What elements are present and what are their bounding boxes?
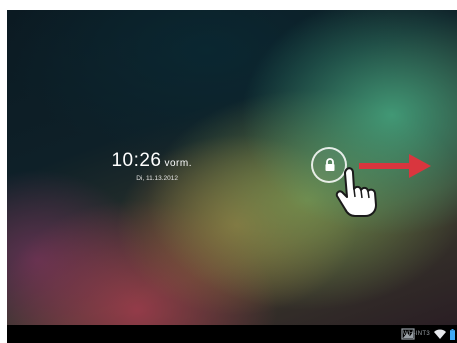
clock-time: 10:26 vorm. bbox=[67, 150, 192, 172]
status-area[interactable]: WH-INT3 bbox=[403, 328, 455, 340]
wifi-icon bbox=[434, 329, 446, 339]
system-bar: WH-INT3 bbox=[7, 325, 457, 343]
clock-widget: 10:26 vorm. Di, 11.13.2012 bbox=[67, 150, 192, 182]
pointing-hand-icon bbox=[335, 167, 377, 217]
clock-ampm: vorm. bbox=[164, 158, 192, 169]
tablet-lockscreen: 10:26 vorm. Di, 11.13.2012 WH-INT3 bbox=[7, 10, 457, 343]
clock-hours-minutes: 10:26 bbox=[111, 150, 162, 171]
wifi-network-name: WH-INT3 bbox=[402, 331, 430, 337]
clock-date: Di, 11.13.2012 bbox=[136, 175, 178, 182]
battery-icon bbox=[450, 328, 455, 340]
